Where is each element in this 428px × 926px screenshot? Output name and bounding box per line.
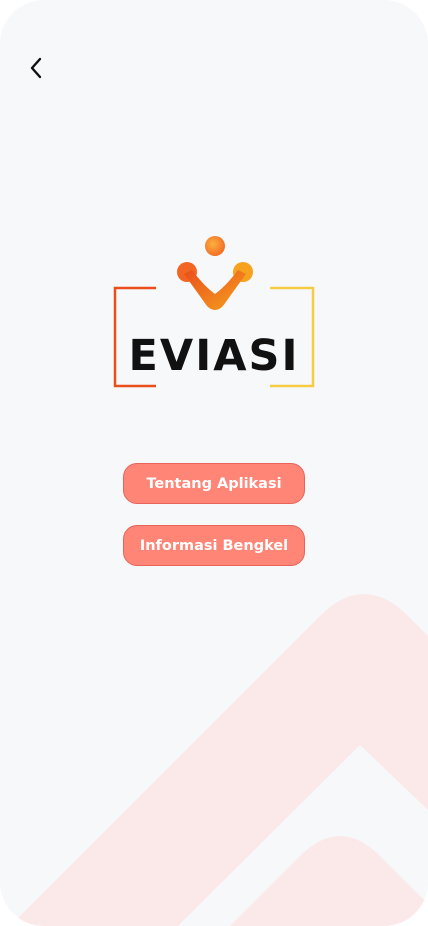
- logo-wordmark: EVIASI: [128, 331, 300, 381]
- about-app-button[interactable]: Tentang Aplikasi: [123, 463, 305, 504]
- screen: EVIASI Tentang Aplikasi Informasi Bengke…: [0, 0, 428, 926]
- workshop-info-button[interactable]: Informasi Bengkel: [123, 525, 305, 566]
- app-logo: EVIASI: [112, 234, 316, 392]
- back-button[interactable]: [22, 54, 50, 82]
- background-arrow-shape-small: [230, 836, 428, 926]
- chevron-left-icon: [30, 57, 42, 79]
